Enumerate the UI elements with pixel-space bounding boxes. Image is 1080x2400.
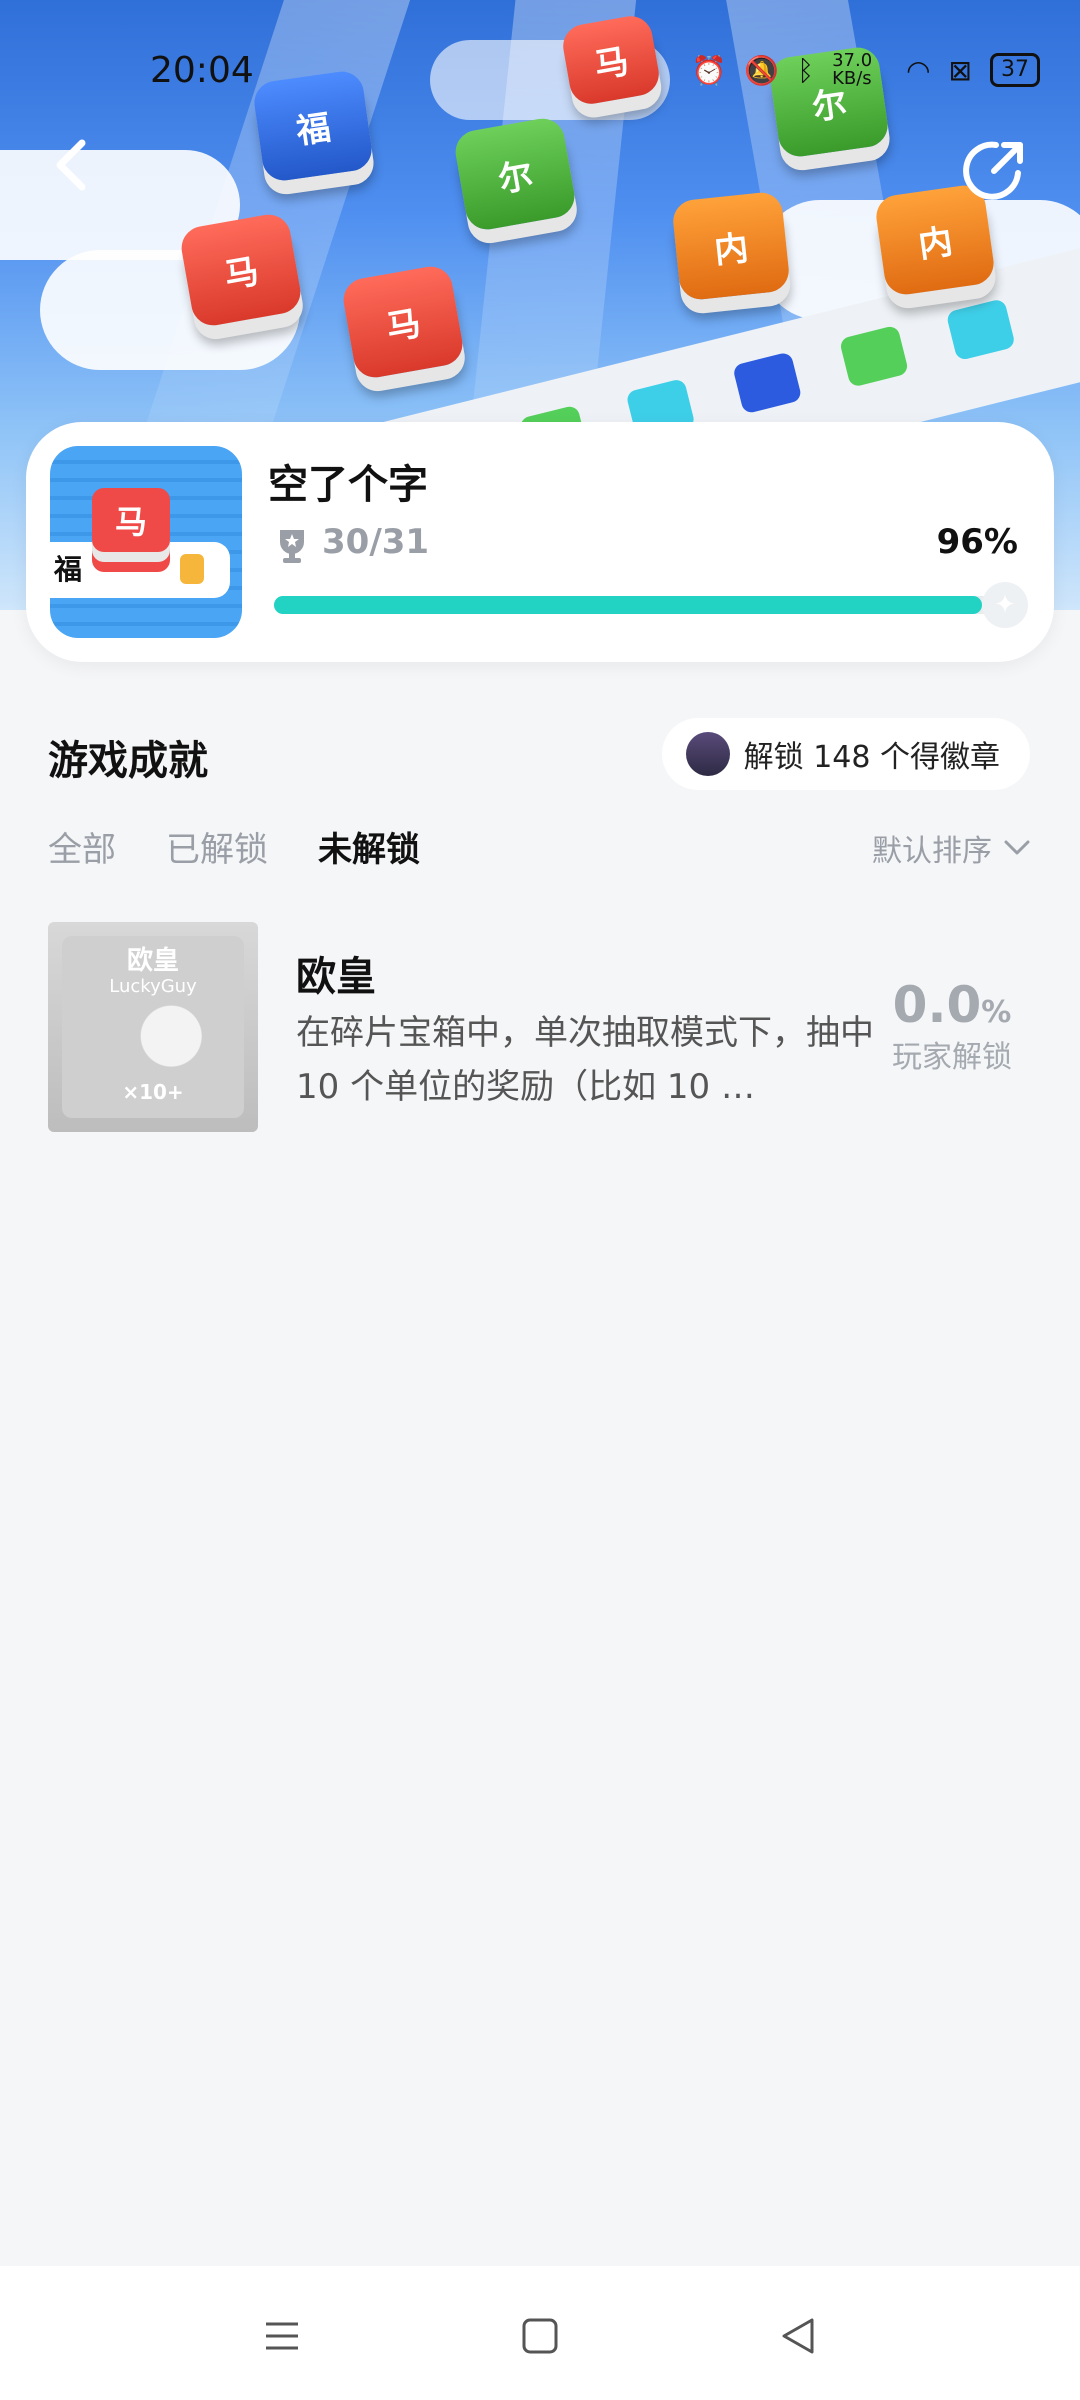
badge-avatar-icon <box>685 732 730 776</box>
progress-bar: ✦ <box>274 582 1028 628</box>
bluetooth-icon: ᛒ <box>797 53 815 87</box>
hero-tile: 马 <box>340 263 466 381</box>
badge-name: 欧皇 <box>126 946 179 976</box>
tab-unlocked[interactable]: 已解锁 <box>166 822 268 871</box>
share-icon <box>963 141 1023 200</box>
mute-icon: 🔕 <box>744 53 780 87</box>
unlock-rate-unit: % <box>981 995 1012 1030</box>
menu-icon <box>266 2322 298 2350</box>
badge-mark: ×10+ <box>122 1080 184 1104</box>
unlock-rate-label: 玩家解锁 <box>892 1040 1012 1075</box>
progress-fill <box>274 596 983 614</box>
status-bar: 20:04 ⏰ 🔕 ᛒ 37.0 KB/s ◠ ⊠ 37 <box>0 0 1080 140</box>
badge-subtitle: LuckyGuy <box>109 976 197 997</box>
achievement-description: 在碎片宝箱中，单次抽取模式下，抽中 10 个单位的奖励（比如 10 … <box>296 1013 874 1107</box>
filter-tabs: 全部 已解锁 未解锁 <box>48 822 420 871</box>
sort-dropdown[interactable]: 默认排序 <box>872 826 1030 870</box>
trophy-icon <box>280 530 304 563</box>
home-button[interactable] <box>510 2306 570 2366</box>
tab-locked[interactable]: 未解锁 <box>318 822 420 871</box>
star-icon: ✦ <box>982 582 1028 628</box>
status-time: 20:04 <box>150 50 254 91</box>
icon-side-char: 福 <box>54 553 83 586</box>
sort-label: 默认排序 <box>872 834 992 869</box>
game-title: 空了个字 <box>268 462 428 508</box>
game-icon: 马 福 <box>50 446 242 638</box>
network-speed: 37.0 KB/s <box>832 50 873 89</box>
home-icon <box>522 2318 558 2354</box>
back-button[interactable] <box>50 135 100 195</box>
chevron-down-icon <box>1004 840 1030 855</box>
tab-all[interactable]: 全部 <box>48 822 116 871</box>
alarm-icon: ⏰ <box>691 53 727 87</box>
nav-back-button[interactable] <box>768 2306 828 2366</box>
section-title: 游戏成就 <box>48 738 208 784</box>
game-card[interactable]: 马 福 空了个字 30/31 96% ✦ <box>26 422 1054 662</box>
wifi-icon: ◠ <box>906 53 931 87</box>
menu-button[interactable] <box>252 2306 312 2366</box>
back-icon <box>782 2318 814 2354</box>
system-nav-bar <box>0 2266 1080 2400</box>
icon-tile: 马 <box>92 488 170 552</box>
sim-icon: ⊠ <box>948 53 972 87</box>
unlock-rate: 0.0% 玩家解锁 <box>892 976 1012 1076</box>
unlock-rate-value: 0.0 <box>892 976 982 1034</box>
hero-tile: 内 <box>671 190 791 302</box>
achievement-title: 欧皇 <box>296 954 376 1000</box>
chevron-left-icon <box>56 139 86 191</box>
share-button[interactable] <box>960 135 1030 205</box>
achievement-percent: 96% <box>936 522 1018 562</box>
achievement-item[interactable]: 欧皇 LuckyGuy ×10+ 欧皇 在碎片宝箱中，单次抽取模式下，抽中 10… <box>48 922 1032 1134</box>
status-icons: ⏰ 🔕 ᛒ 37.0 KB/s ◠ ⊠ 37 <box>692 52 1040 88</box>
badge-unlock-label: 解锁 148 个得徽章 <box>743 740 1000 775</box>
achievement-count: 30/31 <box>322 522 430 562</box>
badge-unlock-pill[interactable]: 解锁 148 个得徽章 <box>661 718 1030 790</box>
hero-tile: 马 <box>178 211 304 329</box>
battery-icon: 37 <box>990 53 1040 87</box>
achievement-badge-image: 欧皇 LuckyGuy ×10+ <box>48 922 258 1132</box>
